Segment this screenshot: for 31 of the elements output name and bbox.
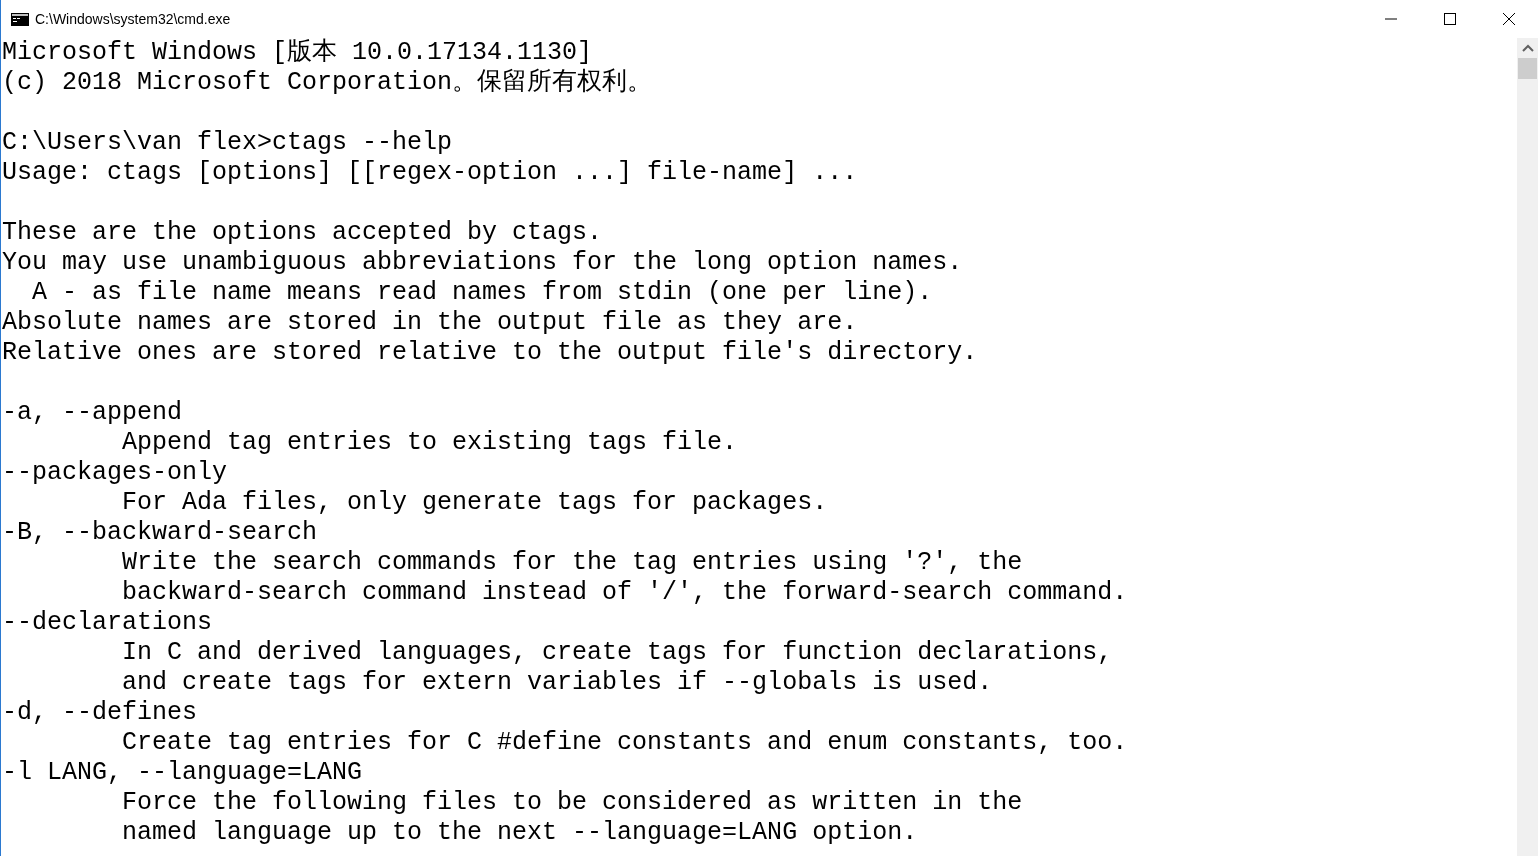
- console-line: --declarations: [2, 608, 214, 638]
- close-icon[interactable]: [1502, 13, 1515, 25]
- console-line: Relative ones are stored relative to the output file's directory.: [2, 338, 979, 368]
- console-line: Write the search commands for the tag entries using '?', the: [121, 548, 1024, 578]
- scrollbar[interactable]: [1517, 38, 1538, 856]
- console-line: A - as file name means read names from stdin (one per line).: [31, 278, 934, 308]
- maximize-icon[interactable]: [1443, 13, 1456, 25]
- console-line: Create tag entries for C #define constants and enum constants, too.: [121, 728, 1129, 758]
- console-line: Usage: ctags [options] [[regex-option ...] file-name] ...: [2, 158, 859, 188]
- console-line: Absolute names are stored in the output file as they are.: [2, 308, 859, 338]
- console-line: -B, --backward-search: [2, 518, 319, 548]
- console-line: and create tags for extern variables if --globals is used.: [121, 668, 994, 698]
- console-line: named language up to the next --language=LANG option.: [121, 818, 919, 848]
- console-line: -l LANG, --language=LANG: [2, 758, 364, 788]
- console-line: Force the following files to be considered as written in the: [121, 788, 1024, 818]
- console-line: Append tag entries to existing tags file.: [121, 428, 739, 458]
- scroll-thumb[interactable]: [1518, 58, 1537, 79]
- scroll-up-icon[interactable]: [1521, 44, 1534, 52]
- console-line: --packages-only: [2, 458, 229, 488]
- window-title: C:\Windows\system32\cmd.exe: [35, 11, 231, 27]
- console-line: For Ada files, only generate tags for packages.: [121, 488, 829, 518]
- console-line: C:\Users\van flex>ctags --help: [2, 128, 454, 158]
- console-line: -a, --append: [2, 398, 184, 428]
- console-line: -d, --defines: [2, 698, 199, 728]
- console-line: In C and derived languages, create tags for function declarations,: [121, 638, 1114, 668]
- console-line: Microsoft Windows [版本 10.0.17134.1130]: [2, 38, 594, 68]
- console-icon: [11, 12, 29, 26]
- console-line: These are the options accepted by ctags.: [2, 218, 604, 248]
- console-line: backward-search command instead of '/', the forward-search command.: [121, 578, 1129, 608]
- console-line: You may use unambiguous abbreviations for the long option names.: [2, 248, 964, 278]
- console-line: (c) 2018 Microsoft Corporation。保留所有权利。: [2, 68, 654, 98]
